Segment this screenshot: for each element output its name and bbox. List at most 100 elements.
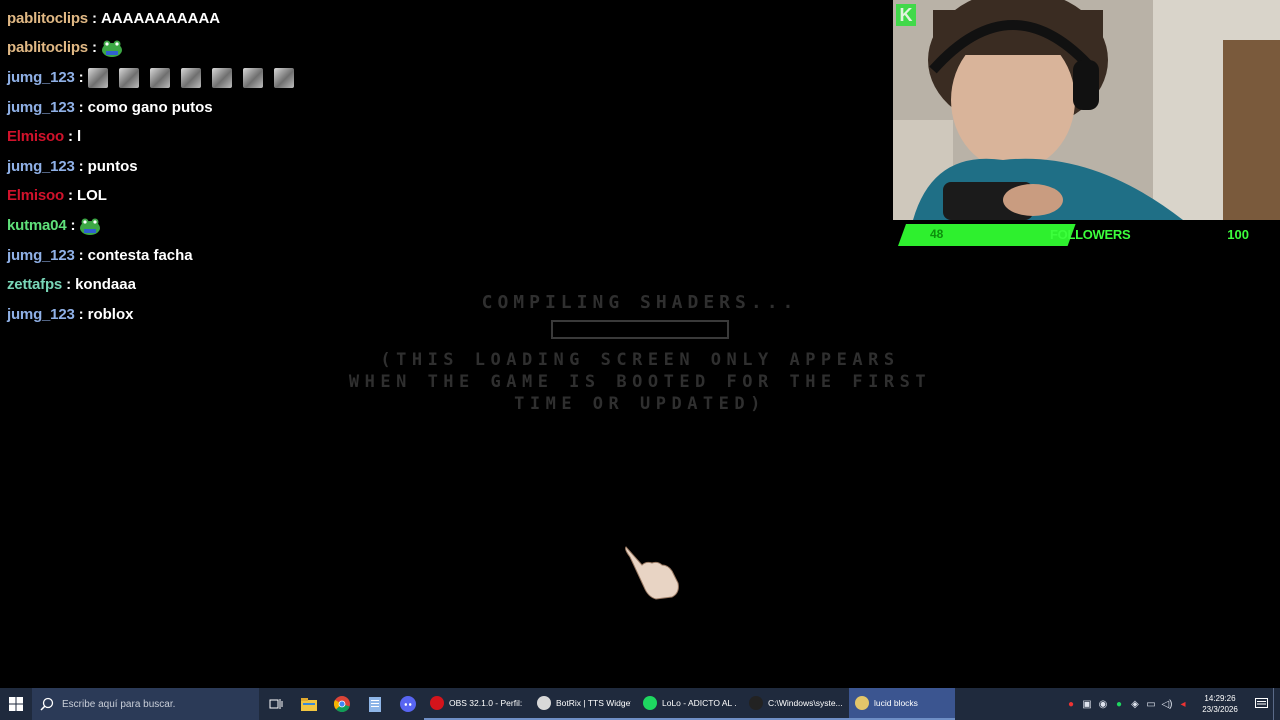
chrome-icon	[333, 696, 350, 712]
system-tray: ● ▣ ◉ ● ◈ ▭ ◁) ◂ 14:29:26 23/3/2026	[1063, 688, 1280, 720]
volume-icon[interactable]: ◁)	[1159, 696, 1175, 712]
chat-username: zettafps	[7, 276, 63, 294]
wolf-emote-icon	[242, 67, 263, 88]
notification-center-icon	[1254, 698, 1268, 708]
tray-app-icon-3[interactable]: ◈	[1127, 696, 1143, 712]
followers-progress-fill	[898, 224, 1076, 246]
webcam-person-image	[893, 0, 1280, 220]
clock-time: 14:29:26	[1204, 694, 1236, 703]
taskbar-app-cmd[interactable]: C:\Windows\syste...	[743, 688, 849, 720]
chat-text: LOL	[76, 187, 107, 205]
chat-separator: :	[70, 216, 76, 234]
show-desktop-button[interactable]	[1273, 688, 1280, 720]
obs-icon	[430, 696, 444, 710]
webcam-badge: K	[896, 4, 916, 26]
taskbar-app-botrix[interactable]: BotRix | TTS Widget...	[531, 688, 637, 720]
tray-app-icon-2[interactable]: ▣	[1079, 696, 1095, 712]
loading-title: COMPILING SHADERS...	[481, 292, 799, 313]
cmd-icon	[749, 696, 763, 710]
taskbar-app-obs[interactable]: OBS 32.1.0 - Perfil: ...	[424, 688, 531, 720]
search-placeholder: Escribe aquí para buscar.	[62, 698, 176, 710]
spotify-icon	[643, 696, 657, 710]
chrome-button[interactable]	[325, 688, 358, 720]
botrix-icon	[537, 696, 551, 710]
wolf-emote-icon	[211, 67, 232, 88]
taskbar-open-apps: OBS 32.1.0 - Perfil: ... BotRix | TTS Wid…	[424, 688, 955, 720]
chat-separator: :	[78, 98, 84, 116]
chat-username: kutma04	[7, 216, 67, 234]
spotify-tray-icon[interactable]: ●	[1111, 696, 1127, 712]
wolf-emote-icon	[149, 67, 170, 88]
chat-message: jumg_123: como gano putos	[7, 93, 887, 123]
chat-overlay: pablitoclips: AAAAAAAAAAA pablitoclips: jum…	[7, 4, 887, 330]
taskbar-app-lucid-blocks[interactable]: lucid blocks	[849, 688, 955, 720]
chat-username: jumg_123	[7, 305, 75, 323]
chat-message: jumg_123: puntos	[7, 152, 887, 182]
wolf-emote-icon	[273, 67, 294, 88]
chat-separator: :	[78, 305, 84, 323]
wolf-emote-icon	[180, 67, 201, 88]
chat-username: jumg_123	[7, 246, 75, 264]
chat-text: como gano putos	[87, 98, 213, 116]
wolf-emote-icon	[87, 67, 108, 88]
tray-chevron-icon[interactable]: ◂	[1175, 696, 1191, 712]
lucid-blocks-icon	[855, 696, 869, 710]
chat-username: jumg_123	[7, 98, 75, 116]
start-button[interactable]	[0, 688, 32, 720]
chat-username: pablitoclips	[7, 39, 88, 57]
chat-text: l	[76, 128, 82, 146]
hand-cursor-icon	[625, 546, 679, 600]
followers-label: FOLLOWERS	[1050, 227, 1131, 242]
taskbar-app-label: lucid blocks	[874, 698, 918, 708]
chat-username: jumg_123	[7, 68, 75, 86]
chat-separator: :	[91, 9, 97, 27]
chat-separator: :	[66, 276, 72, 294]
followers-current: 48	[930, 227, 944, 241]
taskbar-app-label: LoLo - ADICTO AL ...	[662, 698, 737, 708]
loading-screen: COMPILING SHADERS... (THIS LOADING SCREE…	[340, 290, 940, 415]
chat-text: AAAAAAAAAAA	[100, 9, 221, 27]
chat-message: Elmisoo: l	[7, 122, 887, 152]
chat-separator: :	[78, 68, 84, 86]
followers-goal: 100	[1227, 227, 1249, 242]
file-explorer-button[interactable]	[292, 688, 325, 720]
chat-message: Elmisoo: LOL	[7, 182, 887, 212]
chat-message: kutma04:	[7, 211, 887, 241]
steam-icon[interactable]: ◉	[1095, 696, 1111, 712]
discord-button[interactable]	[391, 688, 424, 720]
chat-separator: :	[78, 157, 84, 175]
taskbar-search-box[interactable]: Escribe aquí para buscar.	[32, 688, 259, 720]
chat-message: pablitoclips:	[7, 34, 887, 64]
task-view-button[interactable]	[259, 688, 292, 720]
notepad-button[interactable]	[358, 688, 391, 720]
folder-icon	[300, 697, 317, 711]
chat-separator: :	[78, 246, 84, 264]
chat-message: jumg_123:	[7, 63, 887, 93]
chat-username: jumg_123	[7, 157, 75, 175]
chat-username: Elmisoo	[7, 187, 64, 205]
tray-app-icon-1[interactable]: ●	[1063, 696, 1079, 712]
chat-message: jumg_123: contesta facha	[7, 241, 887, 271]
frog-emote-icon	[79, 217, 101, 235]
chat-username: pablitoclips	[7, 9, 88, 27]
network-icon[interactable]: ▭	[1143, 696, 1159, 712]
chat-message: pablitoclips: AAAAAAAAAAA	[7, 4, 887, 34]
clock-date: 23/3/2026	[1202, 705, 1238, 714]
wolf-emote-icon	[118, 67, 139, 88]
webcam-feed: K	[893, 0, 1280, 220]
notifications-button[interactable]	[1249, 696, 1273, 712]
chat-separator: :	[67, 128, 73, 146]
taskbar-app-label: BotRix | TTS Widget...	[556, 698, 631, 708]
frog-emote-icon	[101, 39, 123, 58]
windows-logo-icon	[9, 697, 23, 711]
taskbar-app-spotify[interactable]: LoLo - ADICTO AL ...	[637, 688, 743, 720]
notepad-icon	[368, 696, 381, 712]
discord-icon	[399, 696, 416, 712]
chat-separator: :	[91, 39, 97, 57]
chat-username: Elmisoo	[7, 128, 64, 146]
windows-taskbar: Escribe aquí para buscar. OBS 32.1.0 - P…	[0, 688, 1280, 720]
chat-separator: :	[67, 187, 73, 205]
taskbar-app-label: C:\Windows\syste...	[768, 698, 843, 708]
taskbar-clock[interactable]: 14:29:26 23/3/2026	[1191, 693, 1249, 715]
chat-text: kondaaa	[75, 276, 136, 294]
